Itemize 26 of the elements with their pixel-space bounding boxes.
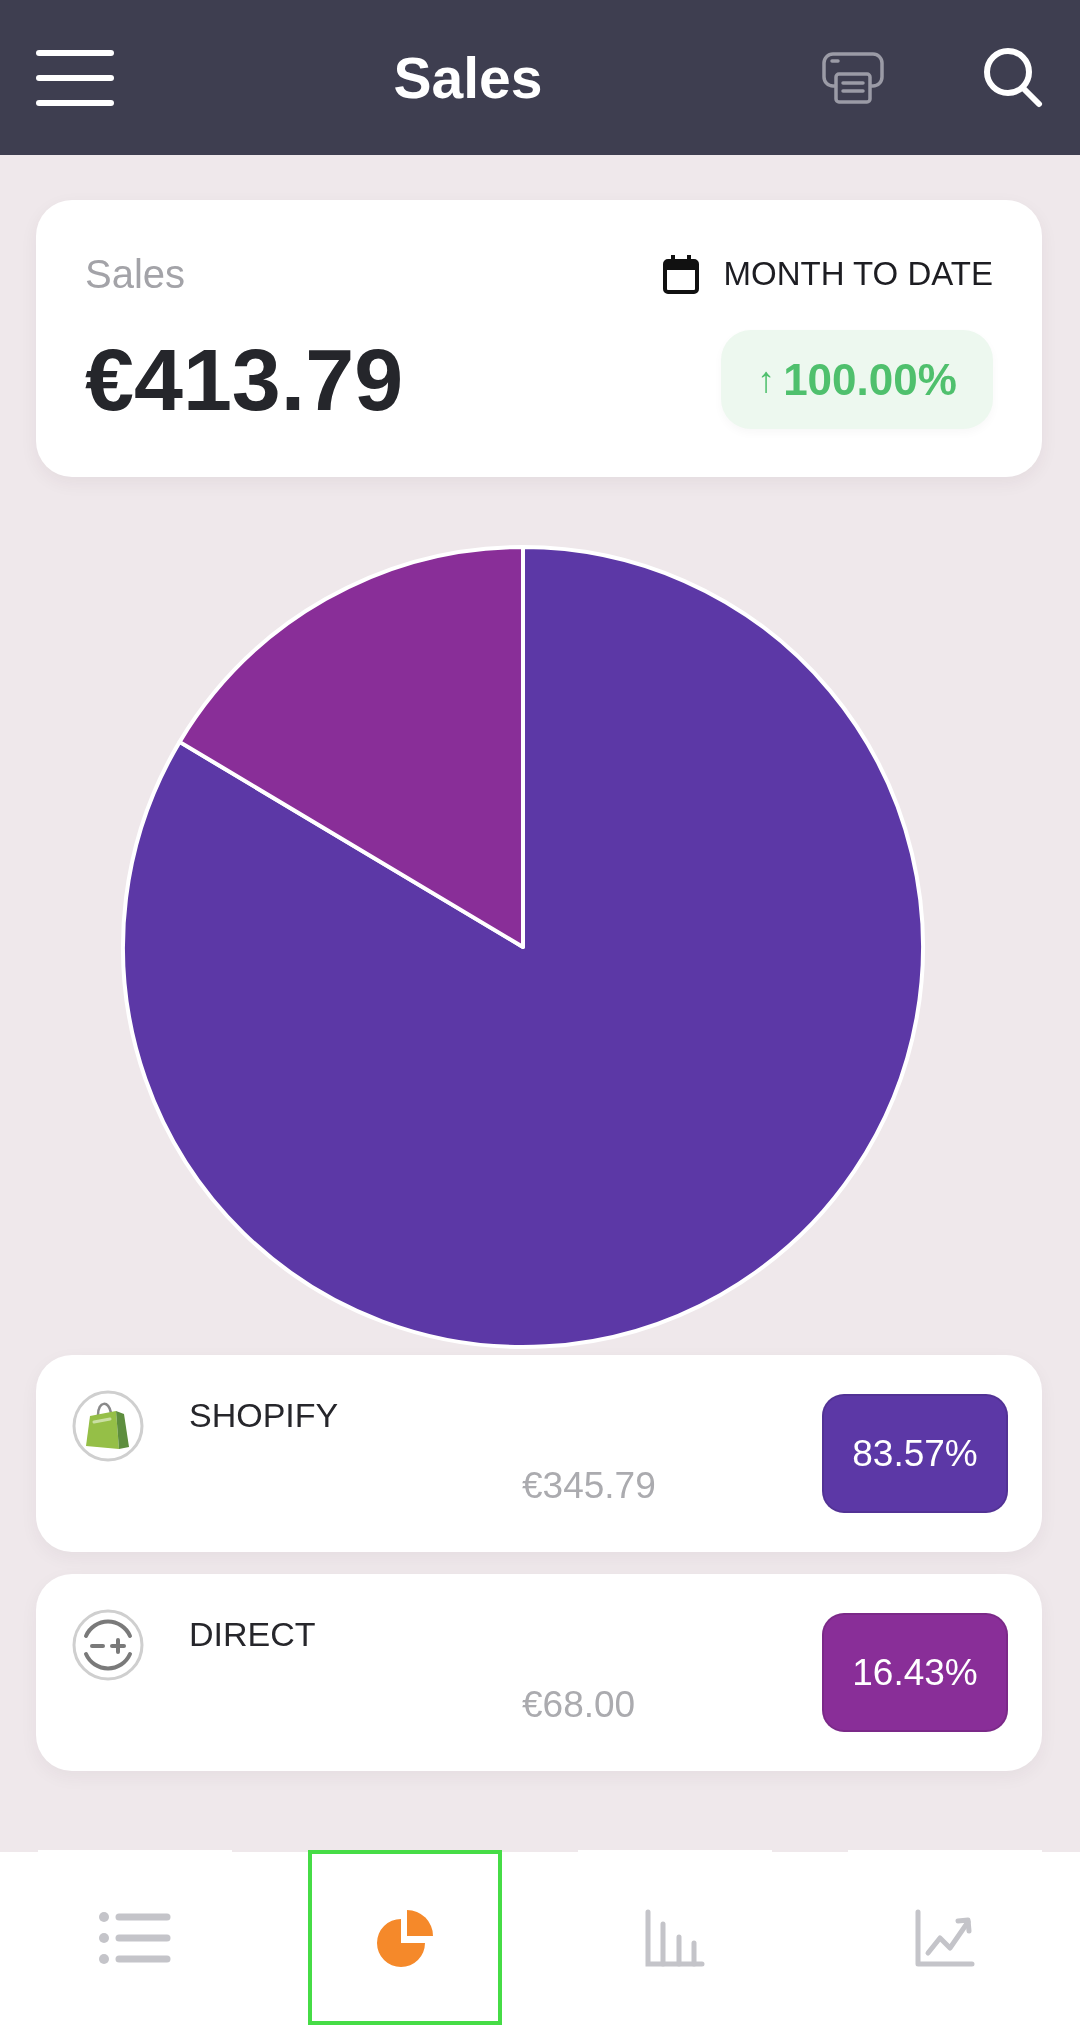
- source-name: SHOPIFY: [189, 1395, 339, 1435]
- calendar-icon: [663, 254, 700, 294]
- list-icon: [99, 1911, 171, 1964]
- period-label: MONTH TO DATE: [723, 254, 993, 294]
- change-arrow: ↑: [757, 357, 776, 402]
- share-badge: 83.57%: [822, 1394, 1008, 1513]
- nav-tab[interactable]: [308, 1850, 502, 2025]
- bar-chart-icon: [645, 1908, 705, 1967]
- search-icon: [983, 47, 1043, 108]
- source-card[interactable]: SHOPIFY €345.79 83.57%: [36, 1355, 1042, 1552]
- summary-label: Sales: [85, 252, 186, 296]
- menu-button[interactable]: [36, 49, 114, 106]
- minus-plus-icon: [72, 1609, 144, 1681]
- sales-amount: €413.79: [85, 331, 404, 428]
- menu-icon: [36, 49, 114, 106]
- source-amount: €345.79: [522, 1464, 656, 1508]
- share-badge: 16.43%: [822, 1613, 1008, 1732]
- printer-icon: [822, 51, 884, 104]
- shopping-bag-icon: [72, 1390, 144, 1462]
- source-amount: €68.00: [522, 1683, 636, 1727]
- search-button[interactable]: [983, 47, 1043, 108]
- line-chart-icon: [915, 1908, 975, 1967]
- page-title: Sales: [392, 45, 544, 110]
- change-value: 100.00%: [783, 354, 957, 405]
- source-card[interactable]: DIRECT €68.00 16.43%: [36, 1574, 1042, 1771]
- source-name: DIRECT: [189, 1614, 316, 1654]
